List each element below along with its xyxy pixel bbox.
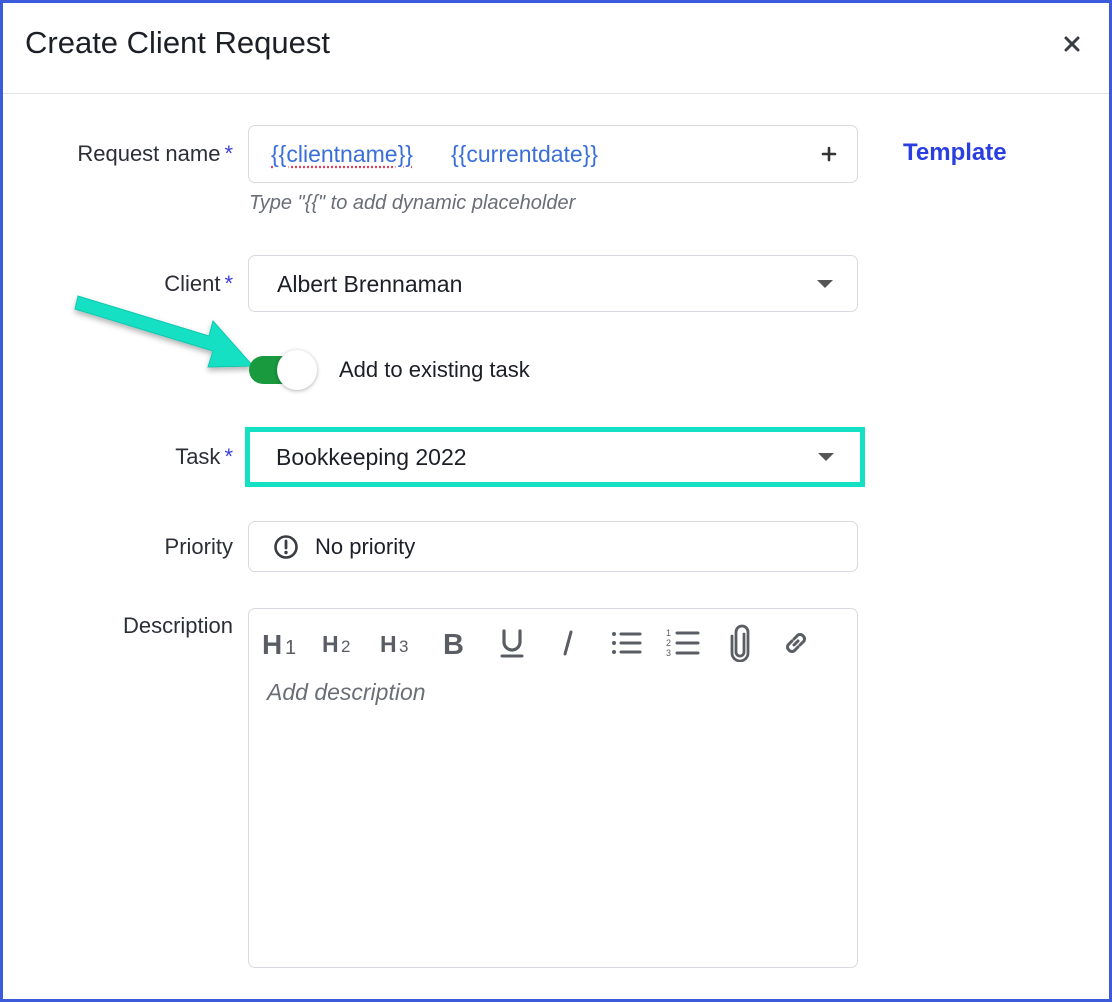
heading-3-button[interactable]: H 3: [379, 625, 415, 661]
task-annotation-highlight: [245, 427, 865, 487]
paperclip-icon: [730, 624, 750, 662]
priority-select[interactable]: No priority: [248, 521, 858, 572]
placeholder-token-text: {{clientname}}: [271, 141, 413, 167]
bullet-list-button[interactable]: [609, 625, 643, 661]
request-name-label: Request name *: [3, 141, 233, 167]
svg-text:3: 3: [666, 648, 671, 658]
svg-text:2: 2: [666, 638, 671, 648]
italic-icon: [563, 630, 573, 656]
priority-value: No priority: [315, 534, 416, 559]
description-editor[interactable]: H 1 H 2 H 3 B 1 2 3 Add description: [248, 608, 858, 968]
required-marker: *: [224, 444, 233, 469]
placeholder-token-clientname[interactable]: {{clientname}}: [271, 141, 413, 168]
svg-text:H: H: [380, 631, 397, 656]
svg-text:B: B: [443, 629, 464, 658]
heading-2-button[interactable]: H 2: [321, 625, 357, 661]
svg-text:1: 1: [666, 628, 671, 638]
numbered-list-button[interactable]: 1 2 3: [665, 625, 701, 661]
heading-2-icon: H 2: [322, 631, 350, 656]
numbered-list-icon: 1 2 3: [666, 628, 700, 658]
svg-text:H: H: [322, 631, 339, 656]
add-to-existing-task-label: Add to existing task: [339, 357, 530, 382]
placeholder-token-currentdate[interactable]: {{currentdate}}: [451, 141, 598, 168]
underline-button[interactable]: [497, 625, 527, 661]
svg-text:2: 2: [341, 637, 350, 656]
heading-3-icon: H 3: [380, 631, 408, 656]
priority-label: Priority: [164, 534, 233, 559]
attachment-button[interactable]: [727, 624, 753, 662]
task-label: Task *: [3, 444, 233, 470]
svg-text:3: 3: [399, 637, 408, 656]
request-name-input[interactable]: {{clientname}} {{currentdate}}: [248, 125, 858, 183]
client-select-value: Albert Brennaman: [277, 271, 463, 297]
exclamation-circle-icon: [274, 535, 298, 559]
bullet-list-icon: [612, 632, 642, 654]
italic-button[interactable]: [555, 625, 581, 661]
dialog-header: Create Client Request: [3, 3, 1109, 94]
annotation-arrow-icon: [74, 295, 255, 368]
description-label: Description: [122, 613, 233, 638]
create-client-request-dialog: Create Client Request Request name * {{cl…: [0, 0, 1112, 1002]
toggle-knob: [277, 350, 317, 390]
bold-icon: B: [443, 629, 464, 658]
link-button[interactable]: [779, 625, 813, 661]
svg-text:H: H: [262, 629, 282, 658]
dialog-title: Create Client Request: [25, 25, 330, 60]
task-label-text: Task: [175, 444, 221, 469]
required-marker: *: [224, 141, 233, 166]
request-name-hint: Type "{{" to add dynamic placeholder: [249, 192, 576, 214]
svg-text:1: 1: [285, 637, 296, 658]
client-select[interactable]: Albert Brennaman: [248, 255, 858, 312]
close-icon[interactable]: [1059, 31, 1085, 57]
description-placeholder[interactable]: Add description: [267, 679, 426, 706]
add-to-existing-task-toggle[interactable]: [249, 350, 321, 390]
bold-button[interactable]: B: [439, 625, 469, 661]
plus-icon[interactable]: [821, 146, 837, 162]
heading-1-button[interactable]: H 1: [261, 625, 301, 661]
underline-icon: [500, 629, 524, 658]
request-name-label-text: Request name: [77, 141, 221, 166]
link-icon: [786, 633, 806, 653]
heading-1-icon: H 1: [262, 629, 296, 658]
chevron-down-icon: [817, 280, 833, 288]
template-link[interactable]: Template: [903, 139, 1007, 167]
